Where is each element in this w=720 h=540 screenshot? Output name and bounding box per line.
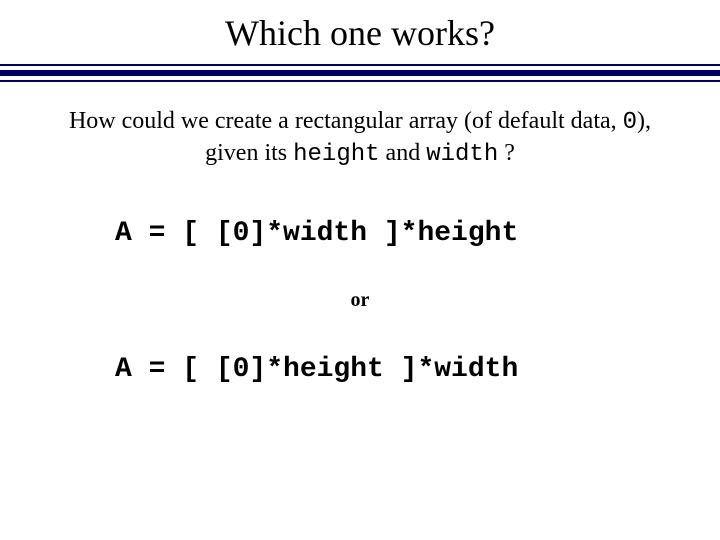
question-height: height [293, 141, 379, 168]
question-text: How could we create a rectangular array … [0, 82, 720, 170]
code-option-1: A = [ [0]*width ]*height [0, 218, 720, 249]
slide-title: Which one works? [0, 0, 720, 64]
code-option-2: A = [ [0]*height ]*width [0, 354, 720, 385]
question-line2-prefix: given its [205, 140, 293, 166]
question-line1-suffix: ), [637, 108, 651, 134]
title-underline [0, 64, 720, 82]
question-line1-prefix: How could we create a rectangular array … [69, 108, 623, 134]
question-zero: 0 [623, 109, 637, 136]
question-and: and [380, 140, 427, 166]
or-label: or [0, 289, 720, 312]
question-line2-suffix: ? [498, 140, 515, 166]
question-width: width [426, 141, 498, 168]
